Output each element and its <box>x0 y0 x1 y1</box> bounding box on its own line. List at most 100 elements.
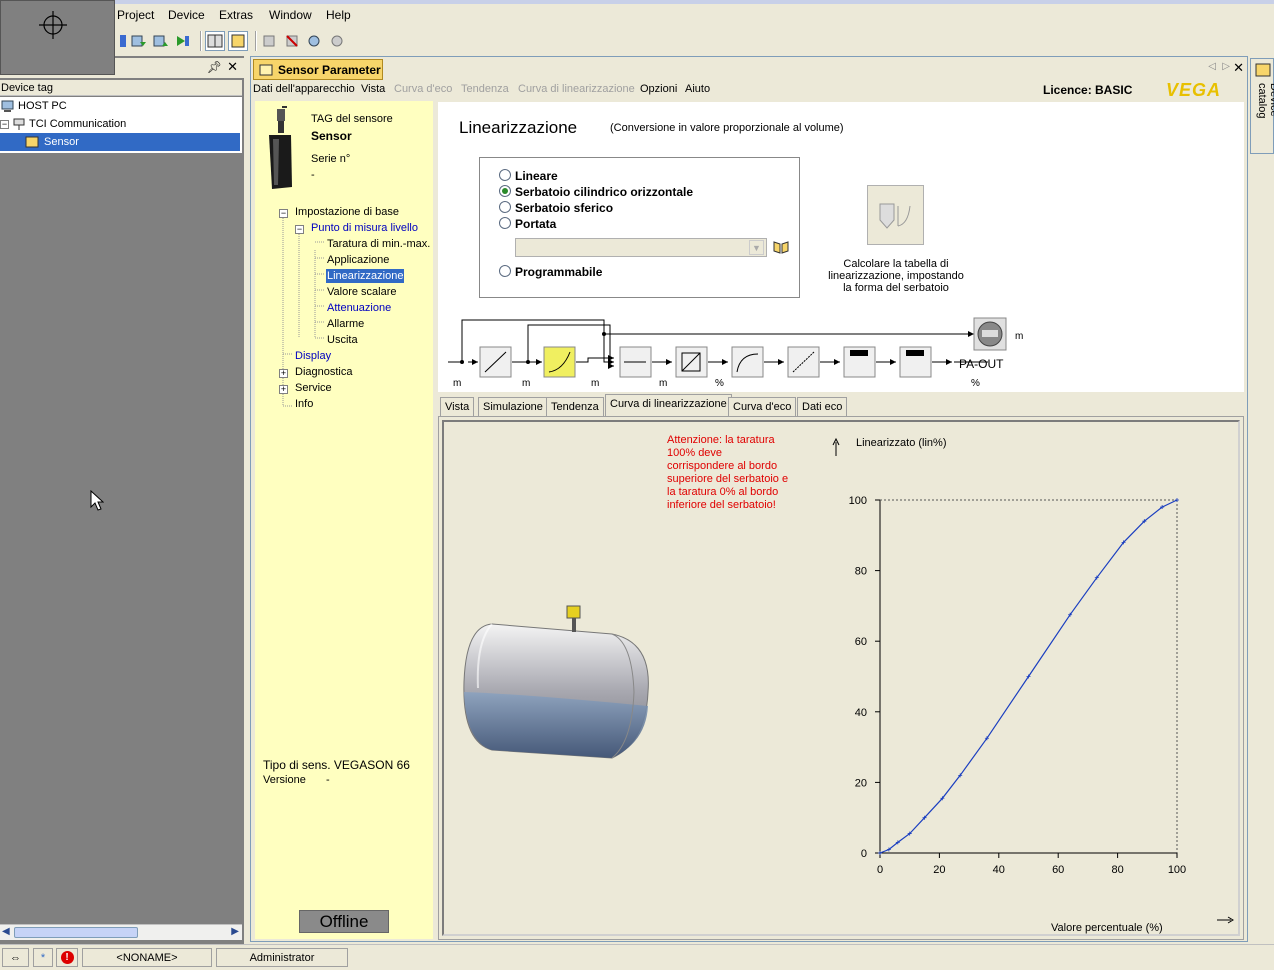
star-icon[interactable]: * <box>33 948 53 967</box>
radio-programmable[interactable] <box>499 265 511 277</box>
tool-icon-3[interactable] <box>304 31 324 51</box>
tab-vista[interactable]: Vista <box>440 397 475 416</box>
close-doc-icon[interactable]: ✕ <box>1233 60 1244 76</box>
tab-curva-linearizzazione[interactable]: Curva di linearizzazione <box>605 394 732 416</box>
tab-sensor-parameter[interactable]: Sensor Parameter <box>253 59 383 80</box>
tab-tendenza[interactable]: Tendenza <box>546 397 604 416</box>
tab-simulazione[interactable]: Simulazione <box>478 397 548 416</box>
menu-device[interactable]: Device <box>168 8 205 22</box>
book-icon[interactable] <box>773 240 789 254</box>
nav-scaling[interactable]: Valore scalare <box>327 286 397 298</box>
nav-measuring-point[interactable]: Punto di misura livello <box>311 222 418 234</box>
radio-label: Lineare <box>515 169 558 183</box>
sensor-type: Tipo di sens. VEGASON 66 <box>263 758 410 772</box>
tool-icon-2[interactable] <box>282 31 302 51</box>
nav-display[interactable]: Display <box>295 350 331 362</box>
collapse-icon[interactable]: − <box>295 225 304 234</box>
floating-window[interactable] <box>0 0 115 75</box>
sensor-image <box>269 106 292 189</box>
project-name: <NONAME> <box>82 948 212 967</box>
nav-min-max[interactable]: Taratura di min.-max. <box>327 238 430 250</box>
menu-options[interactable]: Opzioni <box>640 83 677 95</box>
scroll-left-icon[interactable]: ◀ <box>2 926 10 937</box>
menu-help[interactable]: Help <box>326 8 351 22</box>
nav-application[interactable]: Applicazione <box>327 254 389 266</box>
menu-view[interactable]: Vista <box>361 83 385 95</box>
menu-project[interactable]: Project <box>117 8 154 22</box>
tag-label: TAG del sensore <box>311 113 393 125</box>
scroll-right-icon[interactable]: ▶ <box>231 926 239 937</box>
x-tick-label: 40 <box>993 864 1005 876</box>
radio-flow[interactable] <box>499 217 511 229</box>
upload-icon[interactable] <box>129 31 149 51</box>
main-toolbar <box>115 28 1274 56</box>
expand-icon[interactable]: + <box>279 369 288 378</box>
sensor-icon <box>25 136 39 148</box>
nav-damping[interactable]: Attenuazione <box>327 302 391 314</box>
catalog-icon[interactable] <box>205 31 225 51</box>
data-point <box>1175 498 1179 502</box>
download-icon[interactable] <box>151 31 171 51</box>
menu-trend: Tendenza <box>461 83 509 95</box>
close-icon[interactable]: ✕ <box>227 59 238 75</box>
nav-linearization[interactable]: Linearizzazione <box>326 269 405 283</box>
offline-label: Offline <box>319 911 369 931</box>
menu-help[interactable]: Aiuto <box>685 83 710 95</box>
page-title: Linearizzazione <box>459 118 578 137</box>
flow-unit: m <box>522 378 531 389</box>
calc-table-button[interactable] <box>867 185 924 245</box>
alert-icon[interactable]: ! <box>56 948 78 967</box>
pin-icon[interactable]: 📌︎ <box>207 60 222 74</box>
toolbar-separator <box>255 31 257 51</box>
parameter-icon[interactable] <box>228 31 248 51</box>
collapse-icon[interactable]: − <box>279 209 288 218</box>
flow-select[interactable]: ▼ <box>515 238 767 257</box>
connect-icon[interactable] <box>173 31 193 51</box>
tab-dati-eco[interactable]: Dati eco <box>797 397 848 416</box>
radio-label: Programmabile <box>515 265 603 279</box>
tree-item-host-pc[interactable]: HOST PC <box>0 97 242 115</box>
tank-shape-icon <box>879 203 911 229</box>
nav-diagnostics[interactable]: Diagnostica <box>295 366 352 378</box>
device-tree: HOST PC − TCI Communication Sensor <box>0 97 242 153</box>
expand-icon[interactable]: + <box>279 385 288 394</box>
collapse-icon[interactable]: − <box>0 119 9 129</box>
flow-unit: m <box>1015 331 1024 342</box>
menu-extras[interactable]: Extras <box>219 8 253 22</box>
x-tick-label: 0 <box>877 864 883 876</box>
tree-item-sensor[interactable]: Sensor <box>0 133 240 151</box>
tab-label: Dati eco <box>802 401 843 413</box>
radio-linear[interactable] <box>499 169 511 181</box>
nav-basic-setup[interactable]: Impostazione di base <box>295 206 399 218</box>
horizontal-scrollbar[interactable]: ◀ ▶ <box>0 924 242 940</box>
x-tick-label: 20 <box>933 864 945 876</box>
document-tabbar: ◁ ▷ ✕ <box>252 58 1246 80</box>
page-subtitle: (Conversione in valore proporzionale al … <box>610 122 844 134</box>
flow-unit: m <box>659 378 668 389</box>
nav-output[interactable]: Uscita <box>327 334 358 346</box>
flow-unit: % <box>715 378 724 389</box>
tab-scroll-left-icon[interactable]: ◁ <box>1208 61 1216 72</box>
scroll-thumb[interactable] <box>14 927 138 938</box>
menu-window[interactable]: Window <box>269 8 312 22</box>
nav-info[interactable]: Info <box>295 398 313 410</box>
network-status-icon[interactable]: ⇔ <box>2 948 29 967</box>
nav-service[interactable]: Service <box>295 382 332 394</box>
nav-alarm[interactable]: Allarme <box>327 318 364 330</box>
tag-value: Sensor <box>311 129 352 143</box>
tree-item-tci[interactable]: − TCI Communication <box>0 115 242 133</box>
project-label: <NONAME> <box>116 951 178 964</box>
warning-text: Attenzione: la taratura 100% deve corris… <box>667 434 789 511</box>
flow-unit: m <box>591 378 600 389</box>
chevron-down-icon[interactable]: ▼ <box>749 240 764 255</box>
menu-device-data[interactable]: Dati dell'apparecchio <box>253 83 355 95</box>
tool-icon-1[interactable] <box>259 31 279 51</box>
tab-curva-eco[interactable]: Curva d'eco <box>728 397 797 416</box>
tree-header: Device tag <box>0 80 242 96</box>
radio-sphere[interactable] <box>499 201 511 213</box>
tab-scroll-right-icon[interactable]: ▷ <box>1222 61 1230 72</box>
tool-icon-4[interactable] <box>327 31 347 51</box>
radio-horizontal-cylinder[interactable] <box>499 185 511 197</box>
y-axis-label: Linearizzato (lin%) <box>856 437 946 449</box>
device-catalog-sidetab[interactable]: Device catalog <box>1250 58 1274 154</box>
